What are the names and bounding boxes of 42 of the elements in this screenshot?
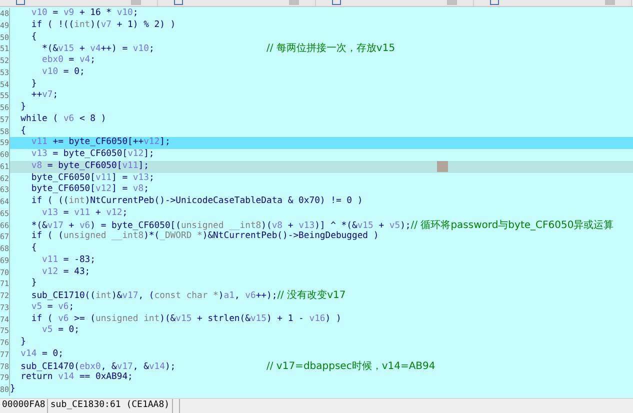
code-line[interactable]: return v14 == 0xAB94; xyxy=(10,372,633,384)
code-line[interactable]: while ( v6 < 8 ) xyxy=(10,114,633,126)
code-line[interactable]: byte_CF6050[v11] = v13; xyxy=(10,172,633,184)
code-line[interactable]: v14 = 0; xyxy=(10,348,633,360)
code-line[interactable]: *(&v17 + v6) = byte_CF6050[(unsigned __int8)(v8 + v13)] ^ *(&v15 + v5);// 循环将password与byte_CF6050异或运算 xyxy=(10,220,633,232)
cursor-marker-icon xyxy=(437,160,448,172)
code-line[interactable]: v10 = v9 + 16 * v10; xyxy=(10,8,633,20)
code-line[interactable]: v5 = v6; xyxy=(10,302,633,314)
editor-tab[interactable] xyxy=(316,0,474,6)
code-line[interactable]: { xyxy=(10,126,633,138)
code-line[interactable]: v10 = 0; xyxy=(10,66,633,78)
editor-tab[interactable] xyxy=(158,0,316,6)
code-line[interactable]: ++v7; xyxy=(10,90,633,102)
code-line[interactable]: } xyxy=(10,78,633,90)
code-line[interactable]: ebx0 = v4; xyxy=(10,55,633,67)
code-line[interactable]: } xyxy=(10,102,633,114)
code-line[interactable]: if ( v6 >= (unsigned int)(&v15 + strlen(&v15) + 1 - v16) ) xyxy=(10,314,633,326)
window-icon xyxy=(490,0,499,5)
code-line[interactable]: } xyxy=(10,337,633,349)
code-line[interactable]: v11 = -83; xyxy=(10,254,633,266)
code-line[interactable]: } xyxy=(10,384,633,396)
code-line[interactable]: sub_CE1710((int)&v17, (const char *)a1, v6++);// 没有改变v17 xyxy=(10,290,633,302)
window-icon xyxy=(332,0,341,5)
code-line[interactable]: v13 = v11 + v12; xyxy=(10,208,633,220)
code-line[interactable]: } xyxy=(10,278,633,290)
editor-tab[interactable] xyxy=(0,0,158,6)
window-icon xyxy=(174,0,183,5)
code-line[interactable]: sub_CE1470(ebx0, &v17, &v14); // v17=dbappsec时候，v14=AB94 xyxy=(10,360,633,372)
status-location: sub_CE1830:61 (CE1AA8) xyxy=(48,399,173,413)
code-line[interactable]: *(&v15 + v4++) = v10; // 每两位拼接一次，存放v15 xyxy=(10,43,633,55)
code-line[interactable]: v12 = 43; xyxy=(10,266,633,278)
code-line[interactable]: byte_CF6050[v12] = v8; xyxy=(10,184,633,196)
code-line[interactable]: v13 = byte_CF6050[v12]; xyxy=(10,149,633,161)
window-icon xyxy=(16,0,25,5)
editor-tab[interactable] xyxy=(474,0,632,6)
code-line[interactable]: if ( !((int)(v7 + 1) % 2) ) xyxy=(10,20,633,32)
code-line[interactable]: { xyxy=(10,243,633,255)
code-line[interactable]: v5 = 0; xyxy=(10,325,633,337)
code-line[interactable]: if ( ((int)NtCurrentPeb()->UnicodeCaseTableData & 0x70) != 0 ) xyxy=(10,196,633,208)
code-line[interactable]: if ( (unsigned __int8)*(_DWORD *)&NtCurrentPeb()->BeingDebugged ) xyxy=(10,231,633,243)
code-line[interactable]: { xyxy=(10,32,633,44)
status-address: 00000FA8 xyxy=(0,399,48,413)
